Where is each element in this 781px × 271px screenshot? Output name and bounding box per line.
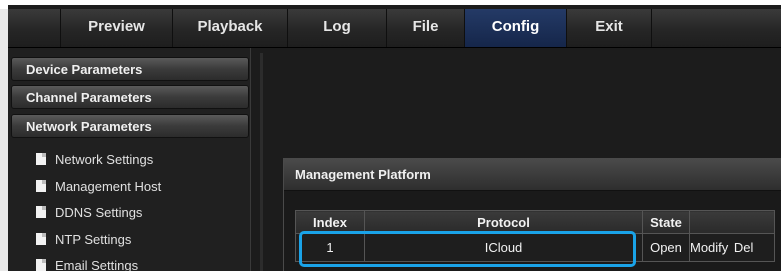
sidebar-item-label: Network Settings: [55, 152, 154, 167]
document-icon: [36, 233, 46, 245]
sidebar-item-network-settings[interactable]: Network Settings: [36, 150, 153, 170]
sidebar-item-management-host[interactable]: Management Host: [36, 177, 161, 197]
sidebar-section-channel-parameters[interactable]: Channel Parameters: [11, 85, 249, 109]
sidebar-item-label: NTP Settings: [55, 232, 132, 247]
nav-exit[interactable]: Exit: [567, 9, 652, 47]
management-platform-panel: Management Platform Index Protocol State…: [283, 158, 781, 271]
app-frame: Preview Playback Log File Config Exit De…: [8, 5, 781, 271]
management-platform-table: Index Protocol State 1 ICloud Open Modif…: [295, 210, 775, 262]
column-header-index: Index: [295, 210, 365, 234]
sidebar-item-label: Management Host: [55, 179, 162, 194]
nav-preview[interactable]: Preview: [60, 9, 173, 47]
sidebar-item-label: DDNS Settings: [55, 205, 143, 220]
modify-button[interactable]: Modify: [690, 240, 728, 255]
column-header-actions: [689, 210, 775, 234]
column-header-protocol: Protocol: [364, 210, 643, 234]
table-header-row: Index Protocol State: [295, 210, 775, 234]
document-icon: [36, 259, 46, 271]
nav-file[interactable]: File: [387, 9, 465, 47]
sidebar: Device Parameters Channel Parameters Net…: [8, 48, 251, 271]
document-icon: [36, 180, 46, 192]
table-row[interactable]: 1 ICloud Open Modify Del: [295, 233, 775, 262]
delete-button[interactable]: Del: [734, 240, 754, 255]
top-nav: Preview Playback Log File Config Exit: [8, 9, 781, 48]
sidebar-item-ddns-settings[interactable]: DDNS Settings: [36, 203, 142, 223]
document-icon: [36, 206, 46, 218]
content-divider: [260, 53, 263, 271]
sidebar-section-network-parameters[interactable]: Network Parameters: [11, 114, 249, 138]
sidebar-item-ntp-settings[interactable]: NTP Settings: [36, 230, 131, 250]
document-icon: [36, 153, 46, 165]
nav-log[interactable]: Log: [288, 9, 387, 47]
cell-protocol: ICloud: [364, 233, 643, 262]
sidebar-item-label: Email Settings: [55, 258, 139, 271]
cell-actions: Modify Del: [689, 233, 775, 262]
cell-index: 1: [295, 233, 365, 262]
cell-state: Open: [642, 233, 690, 262]
panel-title: Management Platform: [284, 159, 781, 191]
sidebar-item-email-settings[interactable]: Email Settings: [36, 256, 138, 271]
nav-config[interactable]: Config: [465, 9, 567, 47]
column-header-state: State: [642, 210, 690, 234]
sidebar-section-device-parameters[interactable]: Device Parameters: [11, 57, 249, 81]
nav-playback[interactable]: Playback: [173, 9, 288, 47]
